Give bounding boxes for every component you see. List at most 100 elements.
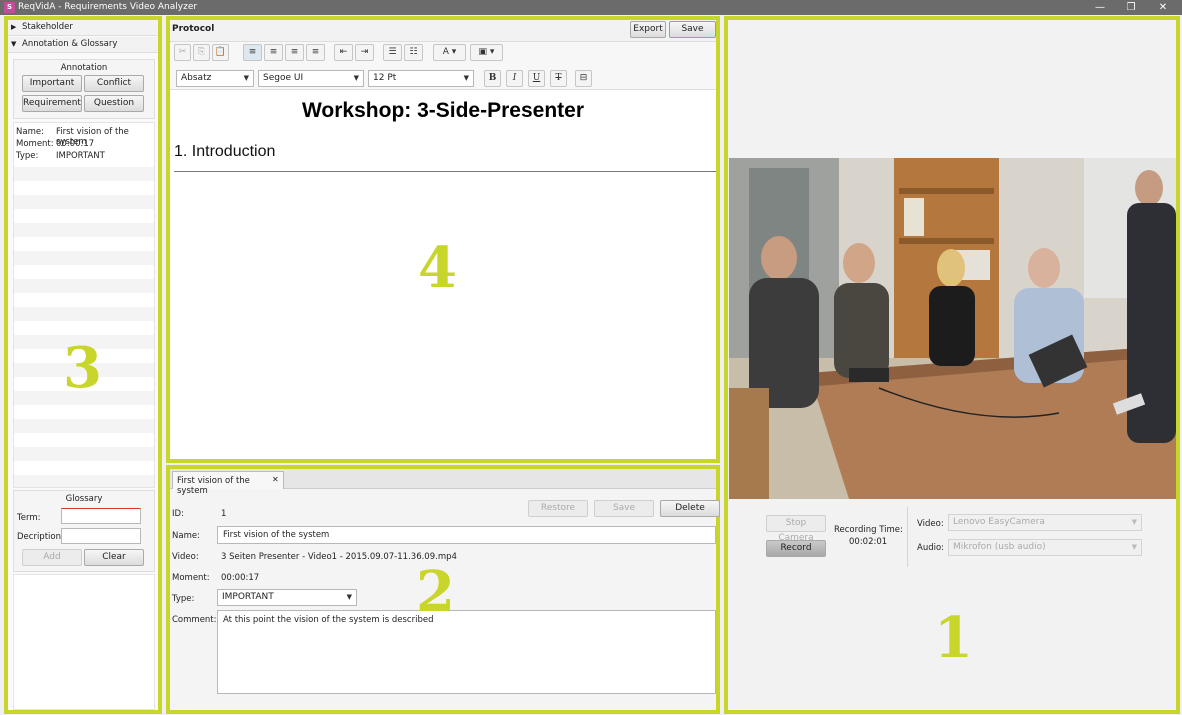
moment-label: Moment: [172,573,210,583]
audio-source-select[interactable]: Mikrofon (usb audio) ▼ [948,539,1142,556]
recording-time-label: Recording Time: [834,525,903,535]
section-divider [174,171,716,172]
term-input[interactable] [61,508,141,524]
annotation-glossary-panel: ▶ Stakeholder ▼ Annotation & Glossary An… [4,16,162,714]
background-color-icon[interactable]: ▣ ▾ [470,44,503,61]
stop-camera-button[interactable]: Stop Camera [766,515,826,543]
comment-textarea[interactable]: At this point the vision of the system i… [217,610,716,694]
list-item[interactable]: Name: First vision of the system Moment:… [14,127,154,165]
collapse-arrow-icon: ▼ [11,40,17,48]
stakeholder-label: Stakeholder [22,22,73,32]
term-label: Term: [17,513,41,523]
video-source-select[interactable]: Lenovo EasyCamera ▼ [948,514,1142,531]
annotation-editor-panel: First vision of the system ✕ Restore Sav… [166,465,720,714]
tab-label: First vision of the system [177,476,250,496]
tab-first-vision[interactable]: First vision of the system ✕ [172,471,284,496]
numbered-list-icon[interactable]: ☷ [404,44,423,61]
align-left-icon[interactable]: ≡ [243,44,262,61]
clear-button[interactable]: Clear [84,549,144,566]
italic-button[interactable]: I [506,70,523,87]
protocol-header: Protocol Export Save [170,20,716,42]
video-frame-image [729,158,1176,499]
annotation-title: Annotation [60,63,108,73]
overlay-number-4: 4 [418,235,457,301]
paste-icon[interactable]: 📋 [212,44,229,61]
requirement-button[interactable]: Requirement [22,95,82,112]
close-icon[interactable]: ✕ [272,475,279,484]
cut-icon[interactable]: ✂ [174,44,191,61]
record-button[interactable]: Record [766,540,826,557]
description-input[interactable] [61,528,141,544]
add-button[interactable]: Add [22,549,82,566]
restore-button[interactable]: Restore [528,500,588,517]
text-color-icon[interactable]: A ▾ [433,44,466,61]
annotation-type: IMPORTANT [56,151,105,161]
outdent-icon[interactable]: ⇤ [334,44,353,61]
video-source-label: Video: [917,519,944,529]
editor-save-button[interactable]: Save [594,500,654,517]
maximize-button[interactable]: ❐ [1116,0,1146,15]
description-label: Decription: [17,532,64,542]
dropdown-arrow-icon: ▼ [1131,518,1137,526]
horizontal-rule-icon[interactable]: ⊟ [575,70,592,87]
video-preview[interactable] [729,158,1176,499]
overlay-number-3: 3 [63,335,102,401]
overlay-number-2: 2 [416,559,455,625]
annotation-moment: 00:00:17 [56,139,95,149]
glossary-list[interactable] [13,574,155,710]
underline-button[interactable]: U [528,70,545,87]
recording-controls: Stop Camera Record Recording Time: 00:02… [728,499,1176,574]
align-center-icon[interactable]: ≡ [264,44,283,61]
align-justify-icon[interactable]: ≡ [306,44,325,61]
paragraph-style-select[interactable]: Absatz ▼ [176,70,254,87]
bold-button[interactable]: B [484,70,501,87]
dropdown-arrow-icon: ▼ [463,74,469,82]
name-label: Name: [172,531,200,541]
strikethrough-button[interactable]: T [550,70,567,87]
annotation-box: Annotation Important Conflict Requiremen… [13,59,155,119]
moment-value: 00:00:17 [221,573,260,583]
important-button[interactable]: Important [22,75,82,92]
dropdown-arrow-icon: ▼ [346,593,352,601]
overlay-number-1: 1 [934,605,973,671]
video-label: Video: [172,552,199,562]
type-label: Type: [172,594,195,604]
bullet-list-icon[interactable]: ☰ [383,44,402,61]
conflict-button[interactable]: Conflict [84,75,144,92]
indent-icon[interactable]: ⇥ [355,44,374,61]
protocol-panel: Protocol Export Save ✂ ⎘ 📋 ≡ ≡ ≡ ≡ ⇤ ⇥ ☰… [166,16,720,463]
align-right-icon[interactable]: ≡ [285,44,304,61]
question-button[interactable]: Question [84,95,144,112]
app-icon: S [4,2,15,13]
close-button[interactable]: ✕ [1148,0,1178,15]
minimize-button[interactable]: — [1085,0,1115,15]
glossary-title: Glossary [65,494,103,504]
id-label: ID: [172,509,184,519]
type-select[interactable]: IMPORTANT ▼ [217,589,357,606]
document-heading: Workshop: 3-Side-Presenter [301,99,584,122]
video-panel: Stop Camera Record Recording Time: 00:02… [724,16,1180,714]
protocol-save-button[interactable]: Save [669,21,716,38]
annotation-glossary-label: Annotation & Glossary [22,39,118,49]
recording-time-value: 00:02:01 [849,537,888,547]
protocol-title: Protocol [172,24,215,34]
dropdown-arrow-icon: ▼ [243,74,249,82]
document-section: 1. Introduction [174,143,276,160]
font-size-select[interactable]: 12 Pt ▼ [368,70,474,87]
export-button[interactable]: Export [630,21,666,38]
expand-arrow-icon: ▶ [11,23,17,31]
id-value: 1 [221,509,227,519]
stakeholder-section[interactable]: ▶ Stakeholder [8,20,158,36]
dropdown-arrow-icon: ▼ [353,74,359,82]
delete-button[interactable]: Delete [660,500,720,517]
glossary-box: Glossary Term: Decription: Add Clear [13,490,155,572]
annotation-glossary-section[interactable]: ▼ Annotation & Glossary [8,37,158,53]
font-family-select[interactable]: Segoe UI ▼ [258,70,364,87]
audio-source-label: Audio: [917,543,945,553]
window-title: ReqVidA - Requirements Video Analyzer [18,2,198,12]
annotation-list[interactable]: Name: First vision of the system Moment:… [13,122,155,488]
controls-divider [907,507,908,567]
comment-label: Comment: [172,615,217,625]
copy-icon[interactable]: ⎘ [193,44,210,61]
name-input[interactable]: First vision of the system [217,526,716,544]
